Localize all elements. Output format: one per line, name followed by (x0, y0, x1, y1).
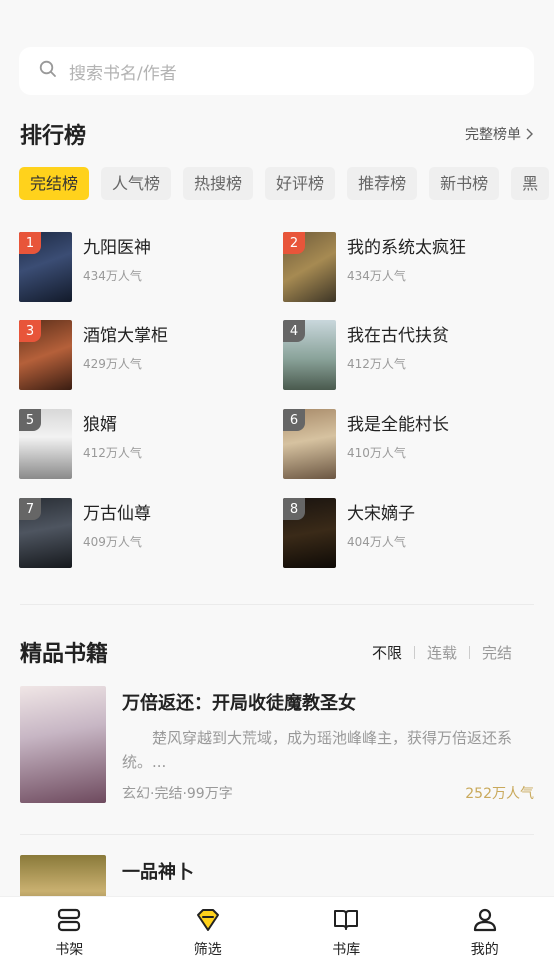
premium-book-item[interactable]: 万倍返还：开局收徒魔教圣女 楚风穿越到大荒域，成为瑶池峰峰主，获得万倍返还系统。… (20, 686, 534, 803)
tab-new-books[interactable]: 新书榜 (429, 167, 500, 200)
nav-label: 我的 (470, 942, 499, 958)
open-book-icon (334, 910, 359, 930)
section-divider (20, 604, 534, 605)
ranking-title: 排行榜 (20, 124, 87, 149)
full-ranking-label: 完整榜单 (465, 127, 521, 143)
rank-badge: 3 (19, 320, 41, 342)
search-placeholder: 搜索书名/作者 (69, 63, 177, 84)
ranking-item[interactable]: 6 我是全能村长 410万人气 (283, 409, 523, 479)
rank-badge: 4 (283, 320, 305, 342)
rank-badge: 2 (283, 232, 305, 254)
popularity-text: 412万人气 (83, 446, 142, 460)
book-cover: 1 (19, 232, 72, 302)
popularity-text: 434万人气 (347, 269, 406, 283)
filter-all[interactable]: 不限 (360, 642, 414, 663)
ranking-item[interactable]: 1 九阳医神 434万人气 (19, 232, 259, 302)
book-title: 一品神卜 (122, 862, 194, 883)
tab-hot-search[interactable]: 热搜榜 (183, 167, 254, 200)
popularity-text: 410万人气 (347, 446, 406, 460)
book-name: 酒馆大掌柜 (83, 326, 168, 346)
item-divider (20, 834, 534, 835)
ranking-item[interactable]: 8 大宋嫡子 404万人气 (283, 498, 523, 568)
diamond-icon (196, 909, 219, 931)
nav-bookshelf[interactable]: 书架 (0, 897, 139, 962)
book-cover: 5 (19, 409, 72, 479)
rank-badge: 1 (19, 232, 41, 254)
rank-badge: 8 (283, 498, 305, 520)
book-title: 万倍返还：开局收徒魔教圣女 (122, 693, 356, 714)
status-filters: 不限 连载 完结 (360, 642, 534, 663)
book-name: 狼婿 (83, 415, 117, 435)
book-description: 楚风穿越到大荒域，成为瑶池峰峰主，获得万倍返还系统。... (122, 729, 513, 771)
book-cover: 3 (19, 320, 72, 390)
popularity-text: 412万人气 (347, 357, 406, 371)
premium-title: 精品书籍 (20, 642, 109, 667)
filter-completed[interactable]: 完结 (470, 642, 534, 663)
filter-serializing[interactable]: 连载 (415, 642, 469, 663)
person-icon (473, 908, 496, 932)
bottom-nav: 书架 筛选 书库 我的 (0, 896, 554, 962)
book-popularity: 252万人气 (465, 786, 534, 802)
book-name: 大宋嫡子 (347, 504, 415, 524)
tab-popular[interactable]: 人气榜 (101, 167, 172, 200)
popularity-text: 434万人气 (83, 269, 142, 283)
rank-badge: 7 (19, 498, 41, 520)
ranking-item[interactable]: 2 我的系统太疯狂 434万人气 (283, 232, 523, 302)
rank-badge: 6 (283, 409, 305, 431)
nav-library[interactable]: 书库 (277, 897, 416, 962)
book-cover: 2 (283, 232, 336, 302)
book-name: 我的系统太疯狂 (347, 238, 466, 258)
ranking-item[interactable]: 3 酒馆大掌柜 429万人气 (19, 320, 259, 390)
ranking-item[interactable]: 5 狼婿 412万人气 (19, 409, 259, 479)
tab-recommended[interactable]: 推荐榜 (347, 167, 418, 200)
popularity-text: 404万人气 (347, 535, 406, 549)
nav-label: 筛选 (193, 942, 222, 958)
tab-top-rated[interactable]: 好评榜 (265, 167, 336, 200)
nav-filter[interactable]: 筛选 (139, 897, 278, 962)
book-cover: 6 (283, 409, 336, 479)
ranking-item[interactable]: 7 万古仙尊 409万人气 (19, 498, 259, 568)
rank-badge: 5 (19, 409, 41, 431)
ranking-tabs: 完结榜 人气榜 热搜榜 好评榜 推荐榜 新书榜黑 (19, 167, 554, 200)
nav-label: 书架 (55, 942, 84, 958)
bookshelf-icon (58, 908, 81, 932)
book-meta: 玄幻·完结·99万字 (122, 786, 233, 802)
premium-header: 精品书籍 不限 连载 完结 (20, 636, 534, 668)
chevron-right-icon (526, 128, 533, 140)
book-cover: 4 (283, 320, 336, 390)
search-icon (39, 60, 57, 82)
tab-partial[interactable]: 黑 (511, 167, 550, 200)
ranking-header: 排行榜 完整榜单 (20, 118, 534, 150)
book-cover (20, 686, 106, 803)
popularity-text: 409万人气 (83, 535, 142, 549)
book-name: 九阳医神 (83, 238, 151, 258)
search-bar[interactable]: 搜索书名/作者 (19, 47, 534, 95)
book-name: 万古仙尊 (83, 504, 151, 524)
book-name: 我是全能村长 (347, 415, 449, 435)
book-cover: 8 (283, 498, 336, 568)
nav-profile[interactable]: 我的 (416, 897, 554, 962)
tab-completed[interactable]: 完结榜 (19, 167, 90, 200)
ranking-item[interactable]: 4 我在古代扶贫 412万人气 (283, 320, 523, 390)
full-ranking-link[interactable]: 完整榜单 (465, 124, 534, 144)
page: 搜索书名/作者 排行榜 完整榜单 完结榜 人气榜 热搜榜 好评榜 推荐榜 新书榜黑 1 九… (0, 0, 554, 962)
nav-label: 书库 (332, 942, 361, 958)
popularity-text: 429万人气 (83, 357, 142, 371)
book-cover: 7 (19, 498, 72, 568)
book-name: 我在古代扶贫 (347, 326, 449, 346)
